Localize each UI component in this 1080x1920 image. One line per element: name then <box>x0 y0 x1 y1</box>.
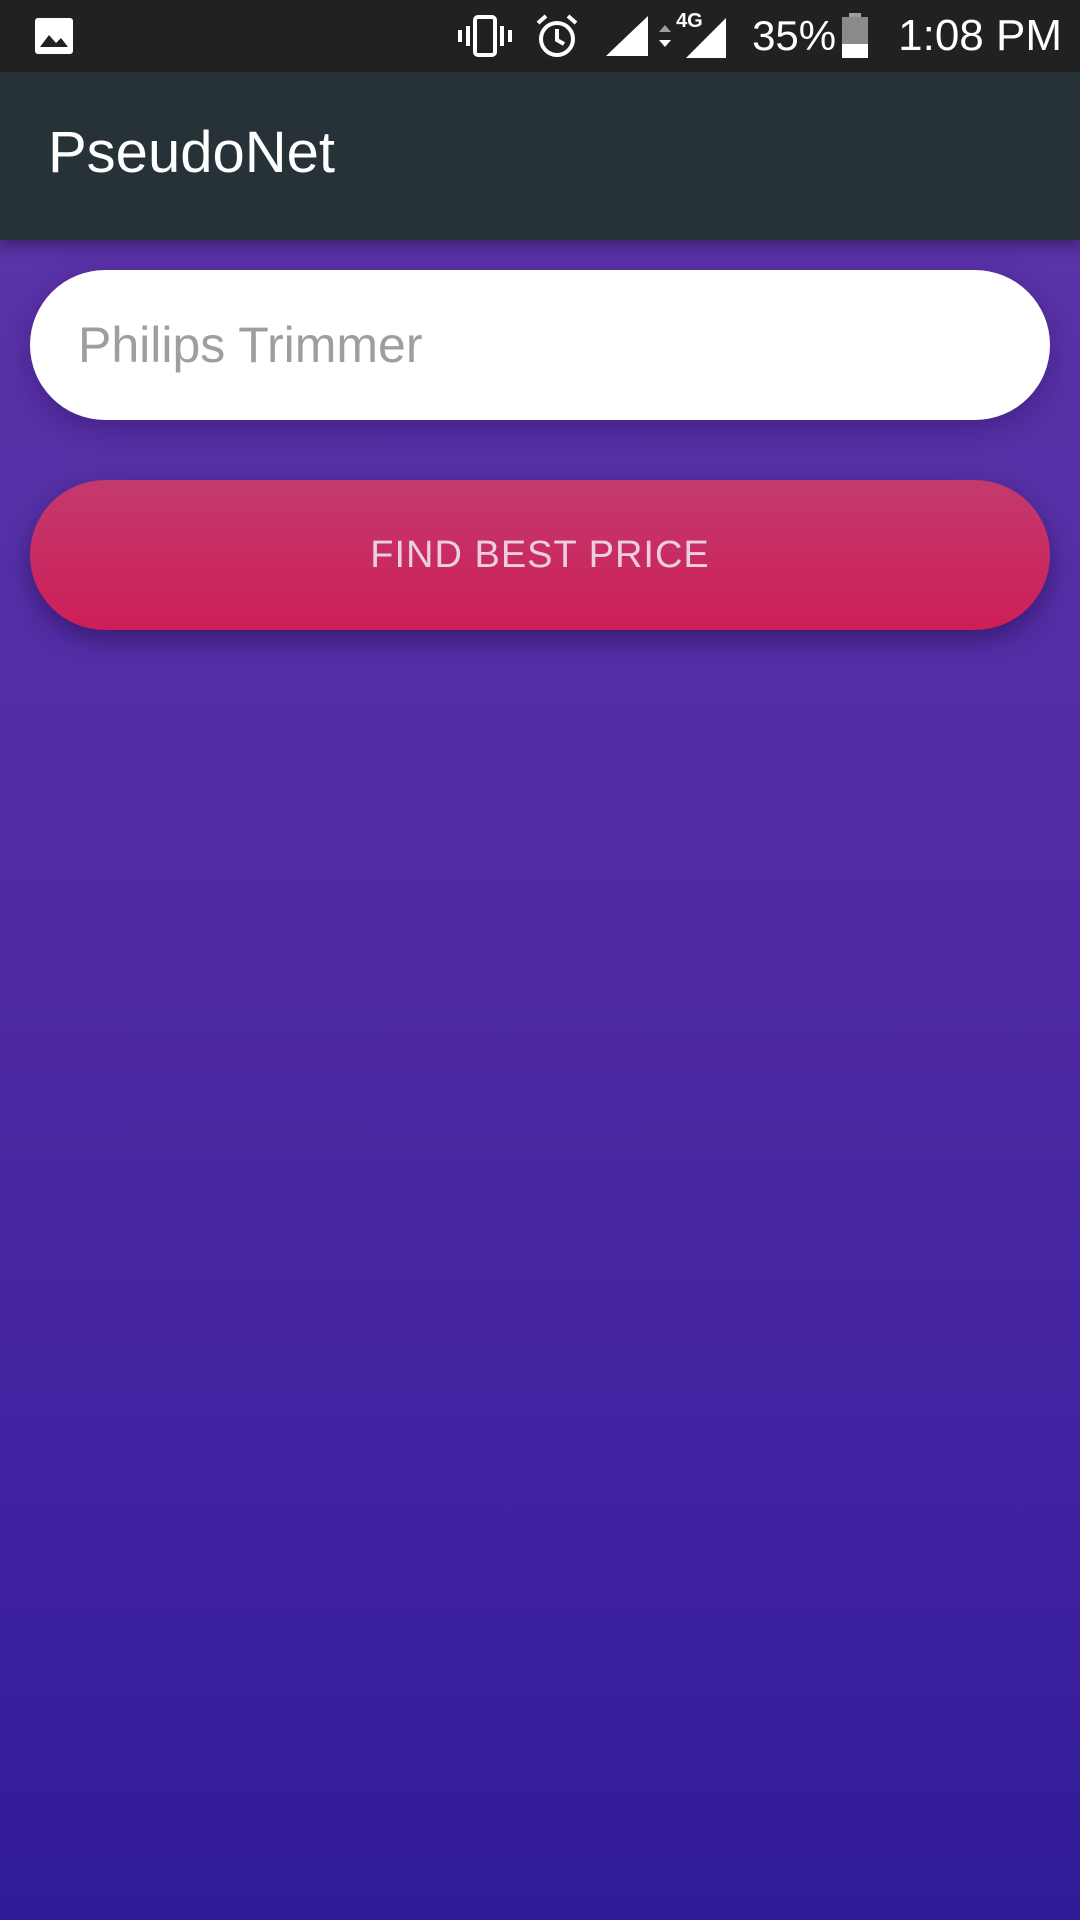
battery-icon <box>842 13 869 58</box>
status-bar: 4G 35% 1:08 PM <box>0 0 1080 72</box>
clock: 1:08 PM <box>898 11 1062 60</box>
app-bar: PseudoNet <box>0 72 1080 240</box>
gallery-icon <box>35 18 73 54</box>
alarm-icon <box>536 14 578 57</box>
network-type-label: 4G <box>676 10 703 32</box>
find-best-price-button[interactable]: FIND BEST PRICE <box>30 480 1050 630</box>
battery-percent: 35% <box>752 12 837 59</box>
signal-4g-icon: 4G <box>676 10 728 60</box>
vibrate-icon <box>458 15 513 57</box>
app-title: PseudoNet <box>48 120 335 185</box>
search-input[interactable] <box>30 270 1050 420</box>
data-arrows-icon <box>659 25 672 47</box>
status-icons: 4G 35% 1:08 PM <box>456 0 1062 72</box>
signal-icon <box>606 16 649 56</box>
